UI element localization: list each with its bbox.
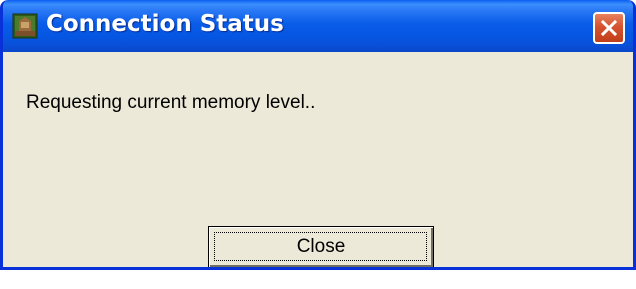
dialog-window: Connection Status Requesting current mem…	[0, 0, 636, 270]
close-icon	[600, 19, 618, 37]
status-message: Requesting current memory level..	[26, 92, 316, 113]
title-bar[interactable]: Connection Status	[3, 0, 633, 52]
dialog-content: Requesting current memory level.. Close	[3, 52, 633, 267]
close-button[interactable]: Close	[208, 226, 434, 267]
app-icon	[12, 13, 38, 39]
window-title: Connection Status	[46, 11, 284, 37]
background-strip	[0, 270, 636, 289]
window-close-button[interactable]	[593, 12, 625, 44]
close-button-label: Close	[296, 236, 346, 257]
